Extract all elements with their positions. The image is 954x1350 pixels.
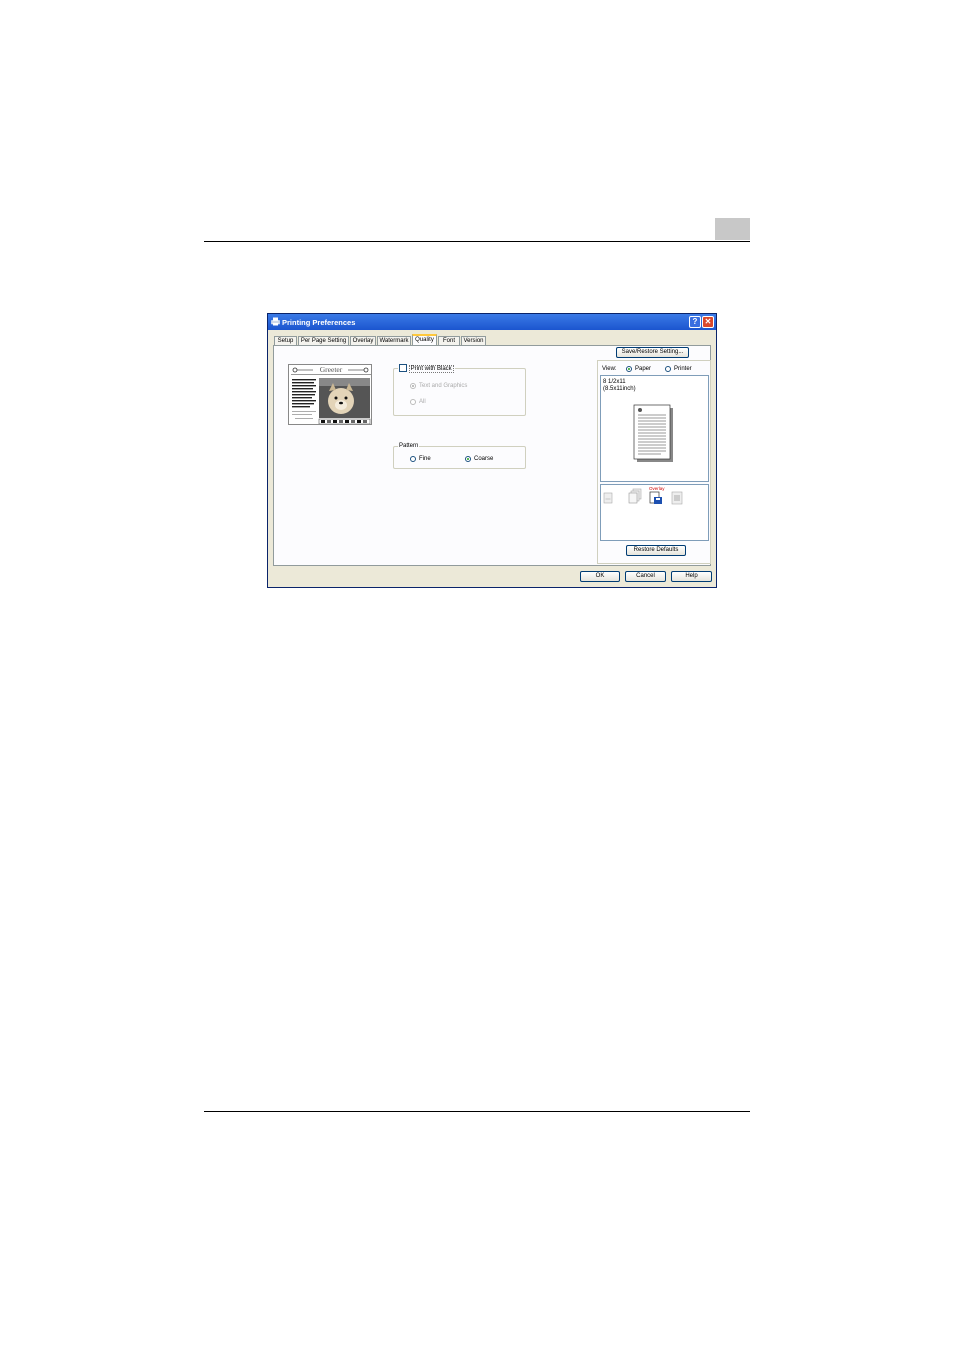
close-button[interactable]: ✕: [702, 316, 714, 328]
view-paper-radio[interactable]: [626, 366, 632, 372]
coarse-radio[interactable]: [465, 456, 471, 462]
view-label: View:: [602, 366, 617, 372]
overlay-save-icon: [649, 491, 662, 504]
view-printer-label: Printer: [674, 366, 692, 372]
print-with-black-checkbox[interactable]: [399, 364, 407, 372]
restore-defaults-button[interactable]: Restore Defaults: [626, 545, 686, 556]
all-radio[interactable]: [410, 399, 416, 405]
all-label: All: [419, 399, 426, 405]
quality-sample-image: Greeter: [288, 364, 372, 425]
tab-per-page-setting[interactable]: Per Page Setting: [298, 336, 349, 345]
text-and-graphics-label: Text and Graphics: [419, 383, 468, 389]
dialog-title: Printing Preferences: [282, 318, 356, 327]
view-paper-label: Paper: [635, 366, 652, 372]
multi-page-icon: [628, 488, 642, 504]
tab-watermark[interactable]: Watermark: [377, 336, 411, 345]
overlay-preview-box: Overlay: [600, 484, 709, 541]
pattern-group: Pattern Fine Coarse: [393, 442, 526, 469]
print-with-black-label[interactable]: Print with Black: [398, 364, 455, 374]
pattern-label: Pattern: [398, 442, 420, 451]
tab-font[interactable]: Font: [438, 336, 460, 345]
print-with-black-group: Print with Black Text and Graphics All: [393, 364, 526, 416]
paper-size-line2: (8.5x11inch): [603, 386, 636, 392]
sample-heading: Greeter: [319, 365, 343, 374]
tab-overlay[interactable]: Overlay: [350, 336, 376, 345]
text-and-graphics-radio[interactable]: [410, 383, 416, 389]
header-rule: [204, 241, 750, 242]
cancel-button[interactable]: Cancel: [625, 571, 666, 582]
title-bar[interactable]: Printing Preferences ? ✕: [268, 314, 716, 330]
fine-label: Fine: [419, 456, 431, 462]
printer-icon: [271, 317, 280, 326]
title-help-button[interactable]: ?: [689, 316, 701, 328]
paper-preview-box: 8 1/2x11 (8.5x11inch): [600, 375, 709, 482]
coarse-label: Coarse: [474, 456, 494, 462]
tab-version[interactable]: Version: [461, 336, 486, 345]
tab-setup[interactable]: Setup: [274, 336, 297, 345]
footer-rule: [204, 1111, 750, 1112]
view-printer-radio[interactable]: [665, 366, 671, 372]
quality-tab-panel: Greeter Print with Black Text and Graphi…: [273, 345, 711, 566]
save-restore-setting-button[interactable]: Save/Restore Setting...: [616, 347, 689, 358]
watermark-page-icon: [671, 491, 683, 505]
help-button[interactable]: Help: [671, 571, 712, 582]
paper-preview-icon: [633, 404, 673, 462]
page-icon: [603, 492, 613, 504]
ok-button[interactable]: OK: [580, 571, 620, 582]
preview-pane: View: Paper Printer 8 1/2x11 (8.5x11inch…: [597, 360, 711, 564]
fine-radio[interactable]: [410, 456, 416, 462]
printing-preferences-dialog: Printing Preferences ? ✕ Setup Per Page …: [267, 313, 717, 588]
chapter-tab-marker: [715, 218, 750, 240]
